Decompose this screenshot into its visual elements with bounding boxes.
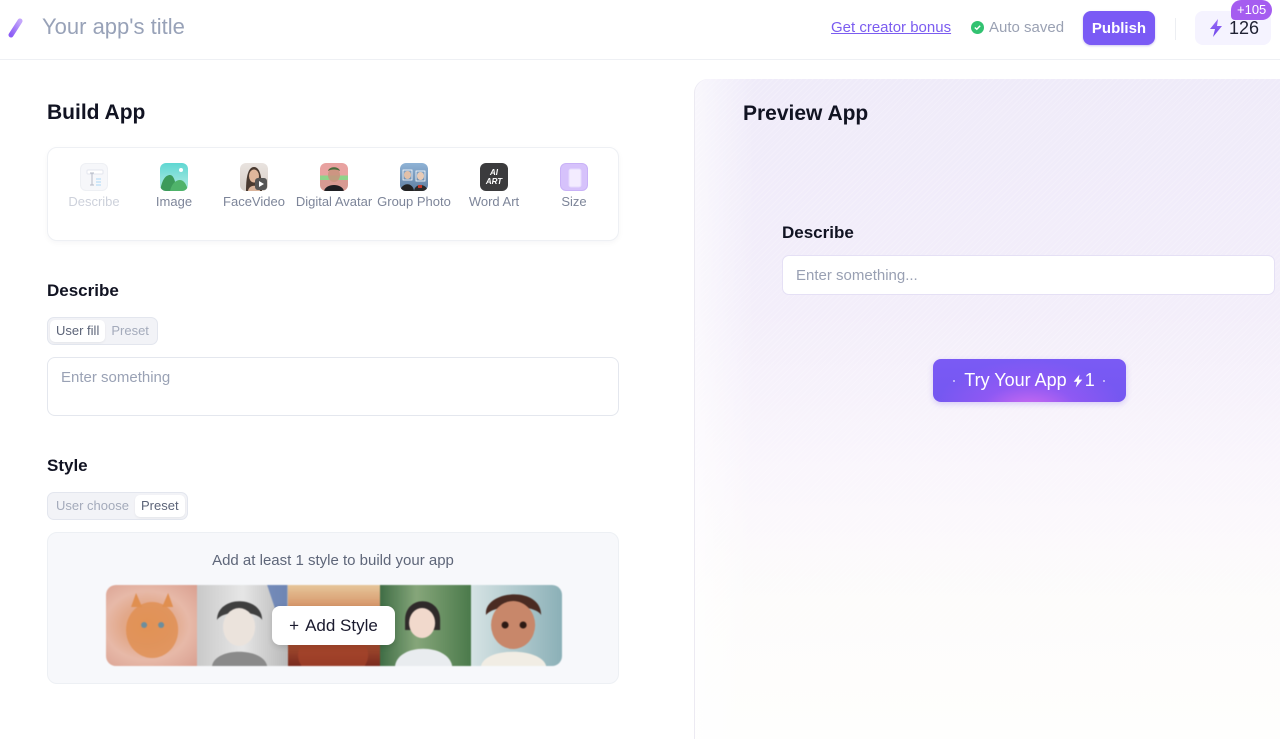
- lightning-bolt-icon: [1073, 374, 1082, 387]
- widget-label: Image: [155, 194, 193, 209]
- image-icon: [160, 163, 188, 191]
- divider: [1175, 18, 1176, 40]
- size-icon: [560, 163, 588, 191]
- style-mode-toggle: User choose Preset: [47, 492, 188, 520]
- widget-label: Word Art: [468, 194, 520, 209]
- autosave-status: Auto saved: [971, 19, 1064, 36]
- credits-bonus-badge: +105: [1231, 0, 1273, 20]
- build-app-title: Build App: [47, 101, 146, 124]
- lightning-bolt-icon: [1210, 19, 1222, 37]
- preview-describe-input[interactable]: [782, 255, 1275, 295]
- preview-panel: Preview App Describe Try Your App 1: [694, 79, 1280, 739]
- style-thumbnail-cartoon: [470, 585, 562, 666]
- preview-app-title: Preview App: [743, 102, 869, 125]
- get-creator-bonus-link[interactable]: Get creator bonus: [831, 19, 951, 36]
- describe-section-title: Describe: [47, 281, 119, 300]
- widget-describe[interactable]: Describe: [54, 162, 134, 210]
- sparkle-dot: [953, 380, 955, 382]
- check-circle-icon: [971, 21, 984, 34]
- text-input-icon: [80, 163, 108, 191]
- widget-label: Group Photo: [377, 194, 451, 209]
- mode-user-fill[interactable]: User fill: [50, 320, 106, 342]
- word-art-icon: AI ART: [480, 163, 508, 191]
- autosave-text: Auto saved: [989, 19, 1065, 36]
- add-style-button[interactable]: + Add Style: [272, 606, 395, 645]
- mode-preset[interactable]: Preset: [134, 495, 185, 517]
- style-section-title: Style: [47, 456, 88, 475]
- mode-preset[interactable]: Preset: [105, 320, 155, 342]
- try-your-app-button[interactable]: Try Your App 1: [933, 359, 1126, 402]
- publish-button[interactable]: Publish: [1083, 11, 1155, 45]
- describe-mode-toggle: User fill Preset: [47, 317, 158, 345]
- style-panel: Add at least 1 style to build your app +…: [47, 532, 619, 684]
- widget-word-art[interactable]: AI ART Word Art: [454, 162, 534, 210]
- sparkle-dot: [1103, 380, 1105, 382]
- describe-input[interactable]: [47, 357, 619, 416]
- try-button-cost: 1: [1084, 370, 1095, 390]
- word-art-icon-text: AI ART: [485, 168, 503, 186]
- try-button-label: Try Your App: [964, 370, 1067, 390]
- widget-image[interactable]: Image: [134, 162, 214, 210]
- widget-size[interactable]: Size: [534, 162, 614, 210]
- widget-label: Size: [561, 194, 587, 209]
- mode-user-choose[interactable]: User choose: [50, 495, 135, 517]
- widget-label: Digital Avatar: [295, 194, 373, 209]
- widget-digital-avatar[interactable]: Digital Avatar: [294, 162, 374, 210]
- group-photo-icon: [400, 163, 428, 191]
- widget-face-video[interactable]: FaceVideo: [214, 162, 294, 210]
- app-logo-icon: [8, 14, 28, 38]
- style-hint-text: Add at least 1 style to build your app: [212, 552, 454, 569]
- plus-icon: +: [289, 615, 300, 635]
- widget-group-photo[interactable]: Group Photo: [374, 162, 454, 210]
- face-video-icon: [240, 163, 268, 191]
- widget-label: Describe: [68, 194, 120, 209]
- style-thumbnail-cat: [106, 585, 198, 666]
- widget-palette: Describe Image FaceVideo Digital Avatar …: [47, 147, 619, 241]
- top-bar: Your app's title Get creator bonus Auto …: [0, 0, 1280, 60]
- digital-avatar-icon: [320, 163, 348, 191]
- app-title-input[interactable]: Your app's title: [42, 14, 185, 40]
- widget-label: FaceVideo: [223, 194, 285, 209]
- credits-count: 126: [1229, 17, 1260, 38]
- add-style-label: Add Style: [305, 615, 378, 635]
- preview-describe-label: Describe: [782, 223, 854, 242]
